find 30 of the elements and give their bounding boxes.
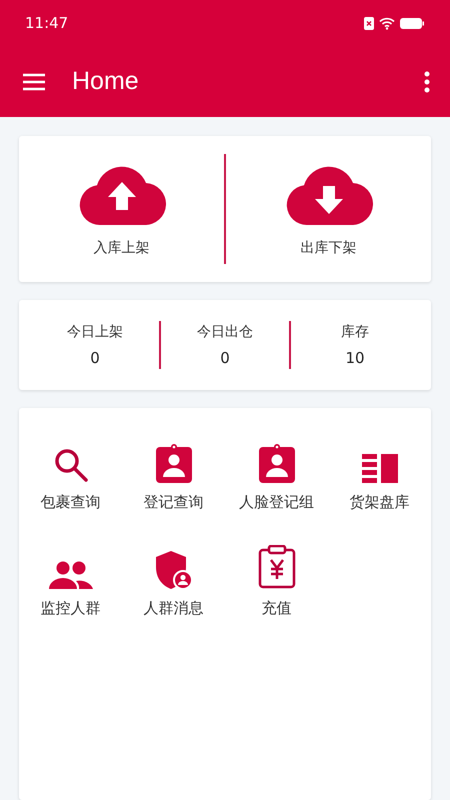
feature-button[interactable]: 监控人群 [19,526,122,632]
stat-label: 库存 [341,323,369,341]
battery-icon [400,18,424,28]
stat-value: 10 [345,349,365,367]
feature-button[interactable]: 人群消息 [122,526,225,632]
id-badge-icon [258,443,294,483]
people-icon [48,561,92,589]
stat-label: 今日出仓 [197,323,253,341]
sim-icon [364,16,374,30]
menu-button[interactable] [22,72,46,90]
stat-value: 0 [220,349,230,367]
stat-label: 今日上架 [67,323,123,341]
status-time: 11:47 [25,14,68,32]
more-vertical-icon [424,70,430,92]
search-icon [52,447,88,483]
feature-button[interactable]: 人脸登记组 [225,420,328,526]
feature-button[interactable]: 包裹查询 [19,420,122,526]
stat-value: 0 [90,349,100,367]
wifi-icon [379,16,395,30]
shield-user-icon [156,551,192,589]
id-badge-icon [156,443,192,483]
app-title: Home [72,67,140,96]
clipboard-yen-icon [258,545,296,589]
feature-button[interactable]: 登记查询 [122,420,225,526]
action-button[interactable]: 出库下架 [226,161,431,257]
feature-button[interactable]: 货架盘库 [328,420,431,526]
feature-button[interactable]: 充值 [225,526,328,632]
action-button[interactable]: 入库上架 [19,161,224,257]
menu-icon [22,72,46,90]
shelf-icon [362,453,398,483]
